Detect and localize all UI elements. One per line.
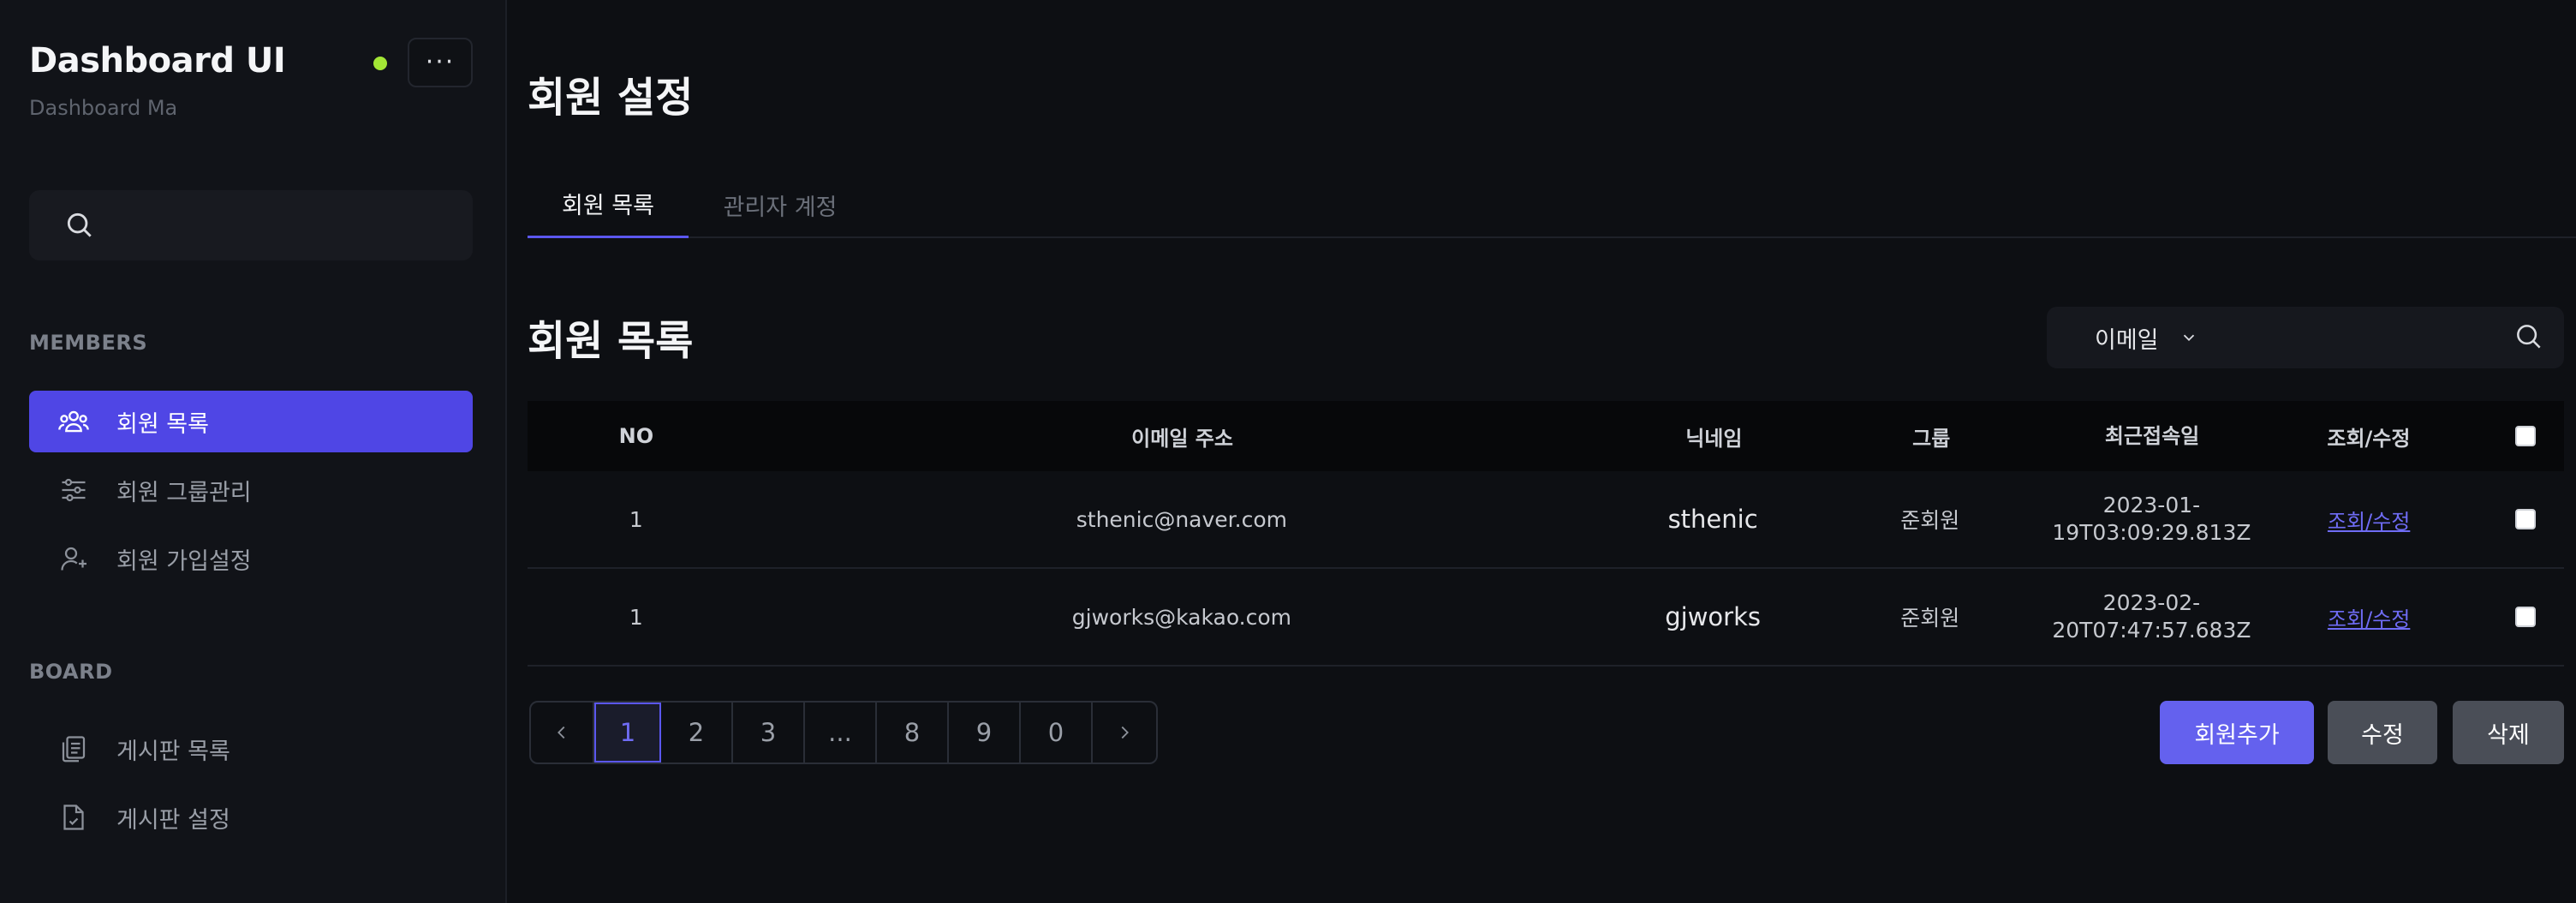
page-button-current[interactable]: 1 bbox=[594, 703, 661, 762]
member-table: NO 이메일 주소 닉네임 그룹 최근접속일 조회/수정 1 sthenic@n… bbox=[528, 401, 2564, 667]
page-button[interactable]: 8 bbox=[877, 703, 949, 762]
select-all-cell bbox=[2488, 426, 2564, 446]
column-header-nickname: 닉네임 bbox=[1685, 426, 1743, 451]
sidebar-search-input[interactable] bbox=[29, 190, 473, 260]
date-line: 2023-01- bbox=[2102, 493, 2201, 517]
row-checkbox[interactable] bbox=[2515, 509, 2537, 529]
cell-view-edit: 조회/수정 bbox=[2250, 602, 2487, 632]
page-button[interactable]: 0 bbox=[1021, 703, 1093, 762]
column-header-view-edit: 조회/수정 bbox=[2327, 426, 2411, 451]
more-options-button[interactable]: ··· bbox=[408, 38, 473, 87]
sliders-icon bbox=[57, 473, 91, 507]
page-button[interactable]: 9 bbox=[949, 703, 1021, 762]
cell-no: 1 bbox=[629, 506, 643, 532]
filter-selected-value: 이메일 bbox=[2095, 326, 2159, 354]
cell-view-edit: 조회/수정 bbox=[2250, 505, 2487, 535]
sidebar-item-label: 게시판 설정 bbox=[116, 806, 230, 834]
cell-no: 1 bbox=[629, 604, 643, 630]
section-label-members: MEMBERS bbox=[29, 331, 148, 355]
app-subtitle: Dashboard Ma bbox=[29, 96, 178, 120]
status-indicator bbox=[373, 57, 387, 70]
user-plus-icon bbox=[57, 541, 91, 576]
app-title: Dashboard UI bbox=[29, 41, 286, 81]
date-line: 2023-02- bbox=[2102, 590, 2201, 615]
cell-nickname: gjworks bbox=[1665, 602, 1761, 631]
search-filter-bar: 이메일 bbox=[2047, 307, 2564, 368]
select-all-checkbox[interactable] bbox=[2515, 426, 2537, 446]
prev-page-button[interactable] bbox=[531, 703, 594, 762]
edit-button[interactable]: 수정 bbox=[2328, 701, 2437, 764]
delete-button[interactable]: 삭제 bbox=[2453, 701, 2564, 764]
date-line: 20T07:47:57.683Z bbox=[2052, 618, 2251, 643]
column-header-no: NO bbox=[618, 424, 654, 448]
cell-last-login: 2023-02- 20T07:47:57.683Z bbox=[2052, 589, 2251, 644]
page-button[interactable]: 3 bbox=[733, 703, 805, 762]
page-title: 회원 설정 bbox=[528, 74, 694, 122]
filter-field-select[interactable]: 이메일 bbox=[2095, 307, 2198, 368]
column-header-email: 이메일 주소 bbox=[1131, 426, 1233, 451]
sidebar: Dashboard UI Dashboard Ma ··· MEMBERS 회원… bbox=[0, 0, 507, 903]
sidebar-item-signup-settings[interactable]: 회원 가입설정 bbox=[29, 528, 473, 589]
row-checkbox[interactable] bbox=[2515, 607, 2537, 627]
sidebar-item-label: 회원 가입설정 bbox=[116, 547, 252, 575]
users-icon bbox=[57, 404, 91, 439]
section-title: 회원 목록 bbox=[528, 317, 694, 365]
chevron-right-icon bbox=[1121, 726, 1129, 739]
tab-bar: 회원 목록 관리자 계정 bbox=[528, 171, 2576, 238]
cell-select bbox=[2488, 607, 2564, 627]
cell-group: 준회원 bbox=[1900, 508, 1960, 533]
tab-member-list[interactable]: 회원 목록 bbox=[528, 171, 689, 238]
cell-group: 준회원 bbox=[1900, 606, 1960, 631]
view-edit-link[interactable]: 조회/수정 bbox=[2328, 505, 2410, 535]
pagination: 1 2 3 ... 8 9 0 bbox=[529, 701, 1158, 764]
table-row: 1 sthenic@naver.com sthenic 준회원 2023-01-… bbox=[528, 471, 2564, 569]
page-button[interactable]: 2 bbox=[661, 703, 733, 762]
sidebar-item-board-settings[interactable]: 게시판 설정 bbox=[29, 786, 473, 848]
table-row: 1 gjworks@kakao.com gjworks 준회원 2023-02-… bbox=[528, 569, 2564, 667]
cell-last-login: 2023-01- 19T03:09:29.813Z bbox=[2052, 492, 2251, 547]
table-header: NO 이메일 주소 닉네임 그룹 최근접속일 조회/수정 bbox=[528, 401, 2564, 471]
sidebar-item-member-groups[interactable]: 회원 그룹관리 bbox=[29, 459, 473, 521]
cell-select bbox=[2488, 509, 2564, 529]
sidebar-item-label: 게시판 목록 bbox=[116, 738, 230, 765]
chevron-down-icon bbox=[2179, 328, 2198, 347]
add-member-button[interactable]: 회원추가 bbox=[2160, 701, 2314, 764]
file-settings-icon bbox=[57, 800, 91, 834]
search-icon bbox=[63, 209, 96, 245]
clipboard-list-icon bbox=[57, 732, 91, 766]
column-header-group: 그룹 bbox=[1912, 426, 1951, 451]
cell-nickname: sthenic bbox=[1667, 505, 1758, 534]
sidebar-item-label: 회원 그룹관리 bbox=[116, 479, 252, 506]
chevron-left-icon bbox=[558, 726, 565, 739]
sidebar-item-board-list[interactable]: 게시판 목록 bbox=[29, 718, 473, 780]
tab-admin-accounts[interactable]: 관리자 계정 bbox=[689, 171, 872, 238]
sidebar-item-label: 회원 목록 bbox=[116, 410, 209, 438]
search-icon[interactable] bbox=[2513, 320, 2545, 356]
section-label-board: BOARD bbox=[29, 660, 113, 684]
cell-email: gjworks@kakao.com bbox=[1071, 604, 1292, 630]
column-header-last-login: 최근접속일 bbox=[2104, 424, 2200, 448]
sidebar-item-member-list[interactable]: 회원 목록 bbox=[29, 391, 473, 452]
page-ellipsis: ... bbox=[805, 703, 877, 762]
view-edit-link[interactable]: 조회/수정 bbox=[2328, 602, 2410, 632]
date-line: 19T03:09:29.813Z bbox=[2052, 520, 2251, 545]
next-page-button[interactable] bbox=[1093, 703, 1156, 762]
cell-email: sthenic@naver.com bbox=[1076, 506, 1288, 532]
